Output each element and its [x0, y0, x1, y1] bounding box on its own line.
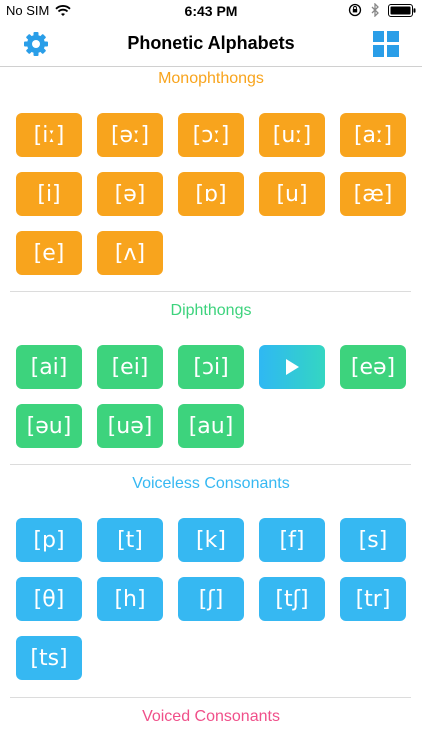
phoneme-key[interactable]: [ə] [97, 172, 163, 216]
phoneme-key[interactable]: [t] [97, 518, 163, 562]
phoneme-key[interactable]: [u] [259, 172, 325, 216]
phoneme-key[interactable]: [tʃ] [259, 577, 325, 621]
grid-icon [373, 31, 399, 57]
phoneme-key[interactable]: [ei] [97, 345, 163, 389]
phoneme-key[interactable]: [ts] [16, 636, 82, 680]
section-title-diphthongs: Diphthongs [170, 302, 252, 319]
phoneme-key[interactable]: [f] [259, 518, 325, 562]
phoneme-key[interactable]: [i] [16, 172, 82, 216]
phoneme-key[interactable]: [θ] [16, 577, 82, 621]
page-title: Phonetic Alphabets [127, 33, 295, 53]
phoneme-key[interactable]: [əː] [97, 113, 163, 157]
phoneme-key[interactable]: [k] [178, 518, 244, 562]
play-icon [286, 359, 299, 375]
grid-view-button[interactable] [372, 30, 400, 58]
phoneme-key[interactable]: [e] [16, 231, 82, 275]
phoneme-key[interactable]: [æ] [340, 172, 406, 216]
play-button[interactable] [259, 345, 325, 389]
section-divider [10, 291, 411, 292]
phoneme-key[interactable]: [ʃ] [178, 577, 244, 621]
phoneme-key[interactable]: [ɔː] [178, 113, 244, 157]
phoneme-key[interactable]: [tr] [340, 577, 406, 621]
phoneme-key[interactable]: [uə] [97, 404, 163, 448]
phoneme-key[interactable]: [ai] [16, 345, 82, 389]
section-divider [10, 464, 411, 465]
status-bar: No SIM 6:43 PM [0, 0, 422, 22]
phoneme-key[interactable]: [əu] [16, 404, 82, 448]
phoneme-key[interactable]: [ʌ] [97, 231, 163, 275]
phoneme-key[interactable]: [ɔi] [178, 345, 244, 389]
phoneme-key[interactable]: [ɒ] [178, 172, 244, 216]
navigation-bar: Phonetic Alphabets [0, 22, 422, 67]
battery-icon [388, 3, 416, 17]
phoneme-key[interactable]: [au] [178, 404, 244, 448]
phoneme-key[interactable]: [p] [16, 518, 82, 562]
phoneme-key[interactable]: [h] [97, 577, 163, 621]
section-title-voiced: Voiced Consonants [142, 708, 280, 725]
phoneme-key[interactable]: [aː] [340, 113, 406, 157]
section-title-voiceless: Voiceless Consonants [132, 475, 290, 492]
orientation-lock-icon [348, 3, 362, 17]
phoneme-key[interactable]: [s] [340, 518, 406, 562]
phoneme-key[interactable]: [iː] [16, 113, 82, 157]
status-right [348, 3, 416, 17]
section-title-monophthongs: Monophthongs [158, 70, 264, 87]
phoneme-key[interactable]: [uː] [259, 113, 325, 157]
phoneme-key[interactable]: [eə] [340, 345, 406, 389]
section-divider [10, 697, 411, 698]
bluetooth-icon [371, 3, 379, 17]
